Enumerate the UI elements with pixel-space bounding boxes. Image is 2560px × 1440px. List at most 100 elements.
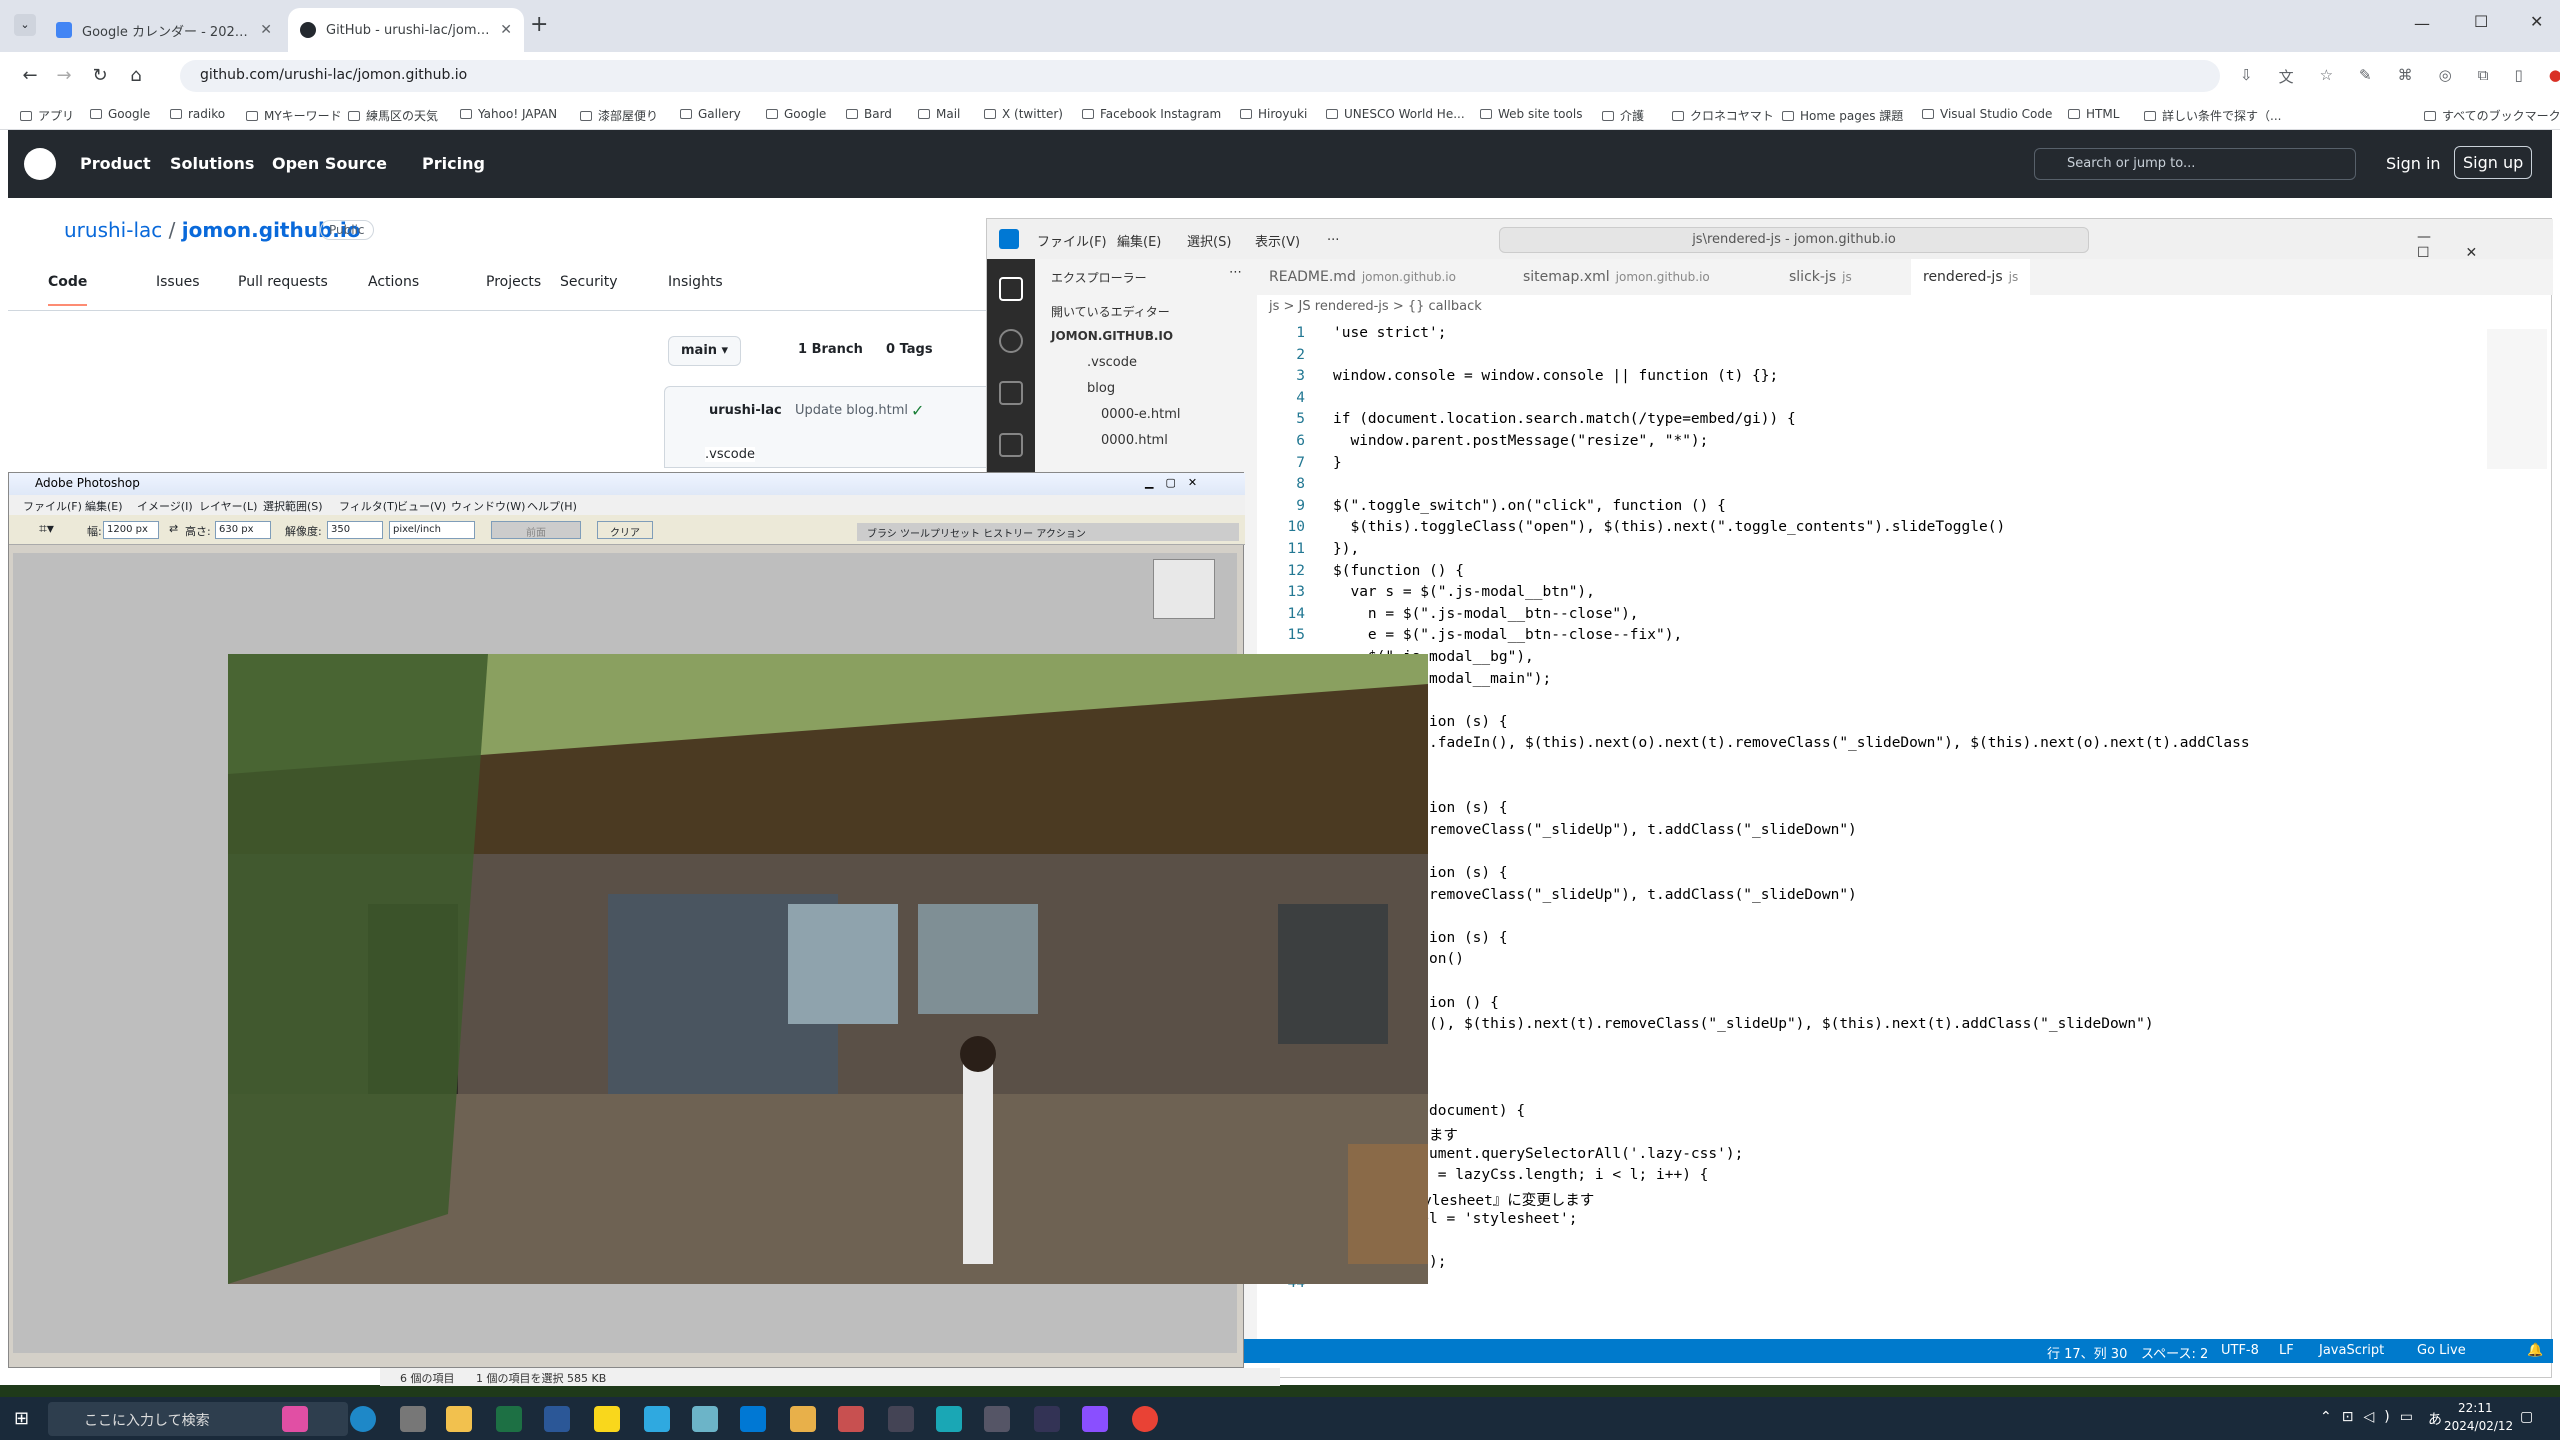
close-tab-icon[interactable]: ✕ [260,22,272,38]
ps-menu-file[interactable]: ファイル(F) [23,498,82,514]
vscode-icon[interactable] [740,1406,766,1432]
nav-product[interactable]: Product [80,154,151,173]
minimap[interactable] [2487,329,2547,469]
explorer-icon[interactable] [999,277,1023,301]
app-icon[interactable] [692,1406,718,1432]
new-tab-button[interactable]: + [530,12,548,37]
excel-icon[interactable] [496,1406,522,1432]
file-row-vscode[interactable]: .vscode [705,447,755,462]
bookmark-item[interactable]: Gallery [680,107,741,121]
clock-time[interactable]: 22:11 [2458,1401,2493,1415]
nav-solutions[interactable]: Solutions [170,154,254,173]
bookmark-item[interactable]: Google [766,107,826,121]
copilot-icon[interactable] [282,1406,308,1432]
file-0000[interactable]: 0000.html [1101,433,1168,448]
start-icon[interactable]: ⊞ [14,1408,29,1429]
close-tab-icon[interactable]: ✕ [500,22,512,38]
extension-icon[interactable]: ✎ [2359,66,2372,87]
menu-file[interactable]: ファイル(F) [1037,231,1107,250]
run-debug-icon[interactable] [999,433,1023,457]
resolution-input[interactable]: 350 [327,521,383,539]
extension-icon[interactable]: ◎ [2439,66,2452,87]
branch-select[interactable]: main ▾ [668,336,742,366]
bookmark-item[interactable]: 介護 [1602,107,1644,124]
nav-pricing[interactable]: Pricing [422,154,485,173]
resolution-unit-select[interactable]: pixel/inch [389,521,475,539]
search-icon[interactable] [999,329,1023,353]
tab-security[interactable]: Security [560,274,618,290]
commit-message[interactable]: Update blog.html [795,403,908,418]
bookmark-item[interactable]: UNESCO World He... [1326,107,1465,121]
ps-menu-help[interactable]: ヘルプ(H) [527,498,577,514]
bookmark-item[interactable]: 練馬区の天気 [348,107,438,124]
tab-search-button[interactable]: ⌄ [14,14,36,36]
translate-icon[interactable]: 文 [2279,66,2294,87]
sticky-notes-icon[interactable] [594,1406,620,1432]
ps-menu-edit[interactable]: 編集(E) [85,498,123,514]
tab-pull-requests[interactable]: Pull requests [238,274,328,290]
bookmark-item[interactable]: HTML [2068,107,2119,121]
encoding[interactable]: UTF-8 [2221,1343,2259,1358]
edge-icon[interactable] [350,1406,376,1432]
bookmark-item[interactable]: アプリ [20,107,74,124]
app-icon[interactable] [1034,1406,1060,1432]
bookmark-item[interactable]: Visual Studio Code [1922,107,2052,121]
height-input[interactable]: 630 px [215,521,271,539]
source-control-icon[interactable] [999,381,1023,405]
menu-edit[interactable]: 編集(E) [1117,231,1161,250]
puzzle-icon[interactable]: ⧉ [2478,66,2489,87]
bookmark-item[interactable]: 漆部屋便り [580,107,658,124]
star-icon[interactable]: ☆ [2320,66,2333,87]
bookmark-item[interactable]: Google [90,107,150,121]
code-editor[interactable]: 1 'use strict'; 2 3 window.console = window.… [1257,319,2487,1339]
bookmark-item[interactable]: Home pages 課題 [1782,107,1903,124]
app-icon[interactable] [936,1406,962,1432]
app-icon[interactable] [400,1406,426,1432]
bookmark-item[interactable]: Bard [846,107,892,121]
indentation[interactable]: スペース: 2 [2141,1343,2208,1362]
bookmark-item[interactable]: Yahoo! JAPAN [460,107,557,121]
calculator-icon[interactable] [984,1406,1010,1432]
sign-up-button[interactable]: Sign up [2454,146,2533,179]
tab-actions[interactable]: Actions [368,274,419,290]
explorer-more-icon[interactable]: ⋯ [1229,265,1242,280]
sidepanel-icon[interactable]: ▯ [2514,66,2522,87]
cursor-position[interactable]: 行 17、列 30 [2047,1343,2127,1362]
nav-open-source[interactable]: Open Source [272,154,387,173]
chrome-icon[interactable] [1132,1406,1158,1432]
extension-icon[interactable]: ⌘ [2398,66,2413,87]
tab-code[interactable]: Code [48,274,88,306]
bookmark-item[interactable]: Facebook Instagram [1082,107,1221,121]
maximize-icon[interactable]: ☐ [2474,12,2488,31]
menu-more[interactable]: ... [1327,229,1339,244]
tab-slick-js[interactable]: slick-js js [1777,259,1864,295]
minimize-icon[interactable]: — [2414,14,2430,33]
tab-insights[interactable]: Insights [668,274,723,290]
width-input[interactable]: 1200 px [103,521,159,539]
tab-sitemap[interactable]: sitemap.xml jomon.github.io [1511,259,1722,295]
bell-icon[interactable]: 🔔 [2527,1343,2543,1358]
ps-menu-layer[interactable]: レイヤー(L) [199,498,257,514]
notification-icon[interactable]: ▢ [2520,1409,2533,1425]
tab-readme[interactable]: README.md jomon.github.io [1257,259,1468,295]
root-folder[interactable]: JOMON.GITHUB.IO [1051,329,1173,343]
open-editors-section[interactable]: 開いているエディター [1051,303,1170,320]
crop-tool-icon[interactable]: ⌗▾ [39,521,54,537]
file-0000-e[interactable]: 0000-e.html [1101,407,1181,422]
palette-well[interactable]: ブラシ ツールプリセット ヒストリー アクション [857,523,1239,541]
ime-indicator[interactable]: あ [2428,1409,2442,1429]
window-controls[interactable]: ▁▢✕ [1145,476,1209,489]
profile-icon[interactable]: ● [2549,66,2560,87]
back-icon[interactable]: ← [18,64,42,88]
bookmark-item[interactable]: Hiroyuki [1240,107,1307,121]
bookmark-item[interactable]: radiko [170,107,225,121]
tab-github[interactable]: GitHub - urushi-lac/jomon.githu ✕ [288,8,524,52]
folder-vscode[interactable]: .vscode [1087,355,1137,370]
address-bar[interactable]: github.com/urushi-lac/jomon.github.io [180,60,2220,92]
ps-menu-image[interactable]: イメージ(I) [137,498,193,514]
word-icon[interactable] [544,1406,570,1432]
command-center[interactable]: js\rendered-js - jomon.github.io [1499,227,2089,253]
sign-in-link[interactable]: Sign in [2386,154,2441,173]
clear-button[interactable]: クリア [597,521,653,539]
bookmark-item[interactable]: Web site tools [1480,107,1582,121]
